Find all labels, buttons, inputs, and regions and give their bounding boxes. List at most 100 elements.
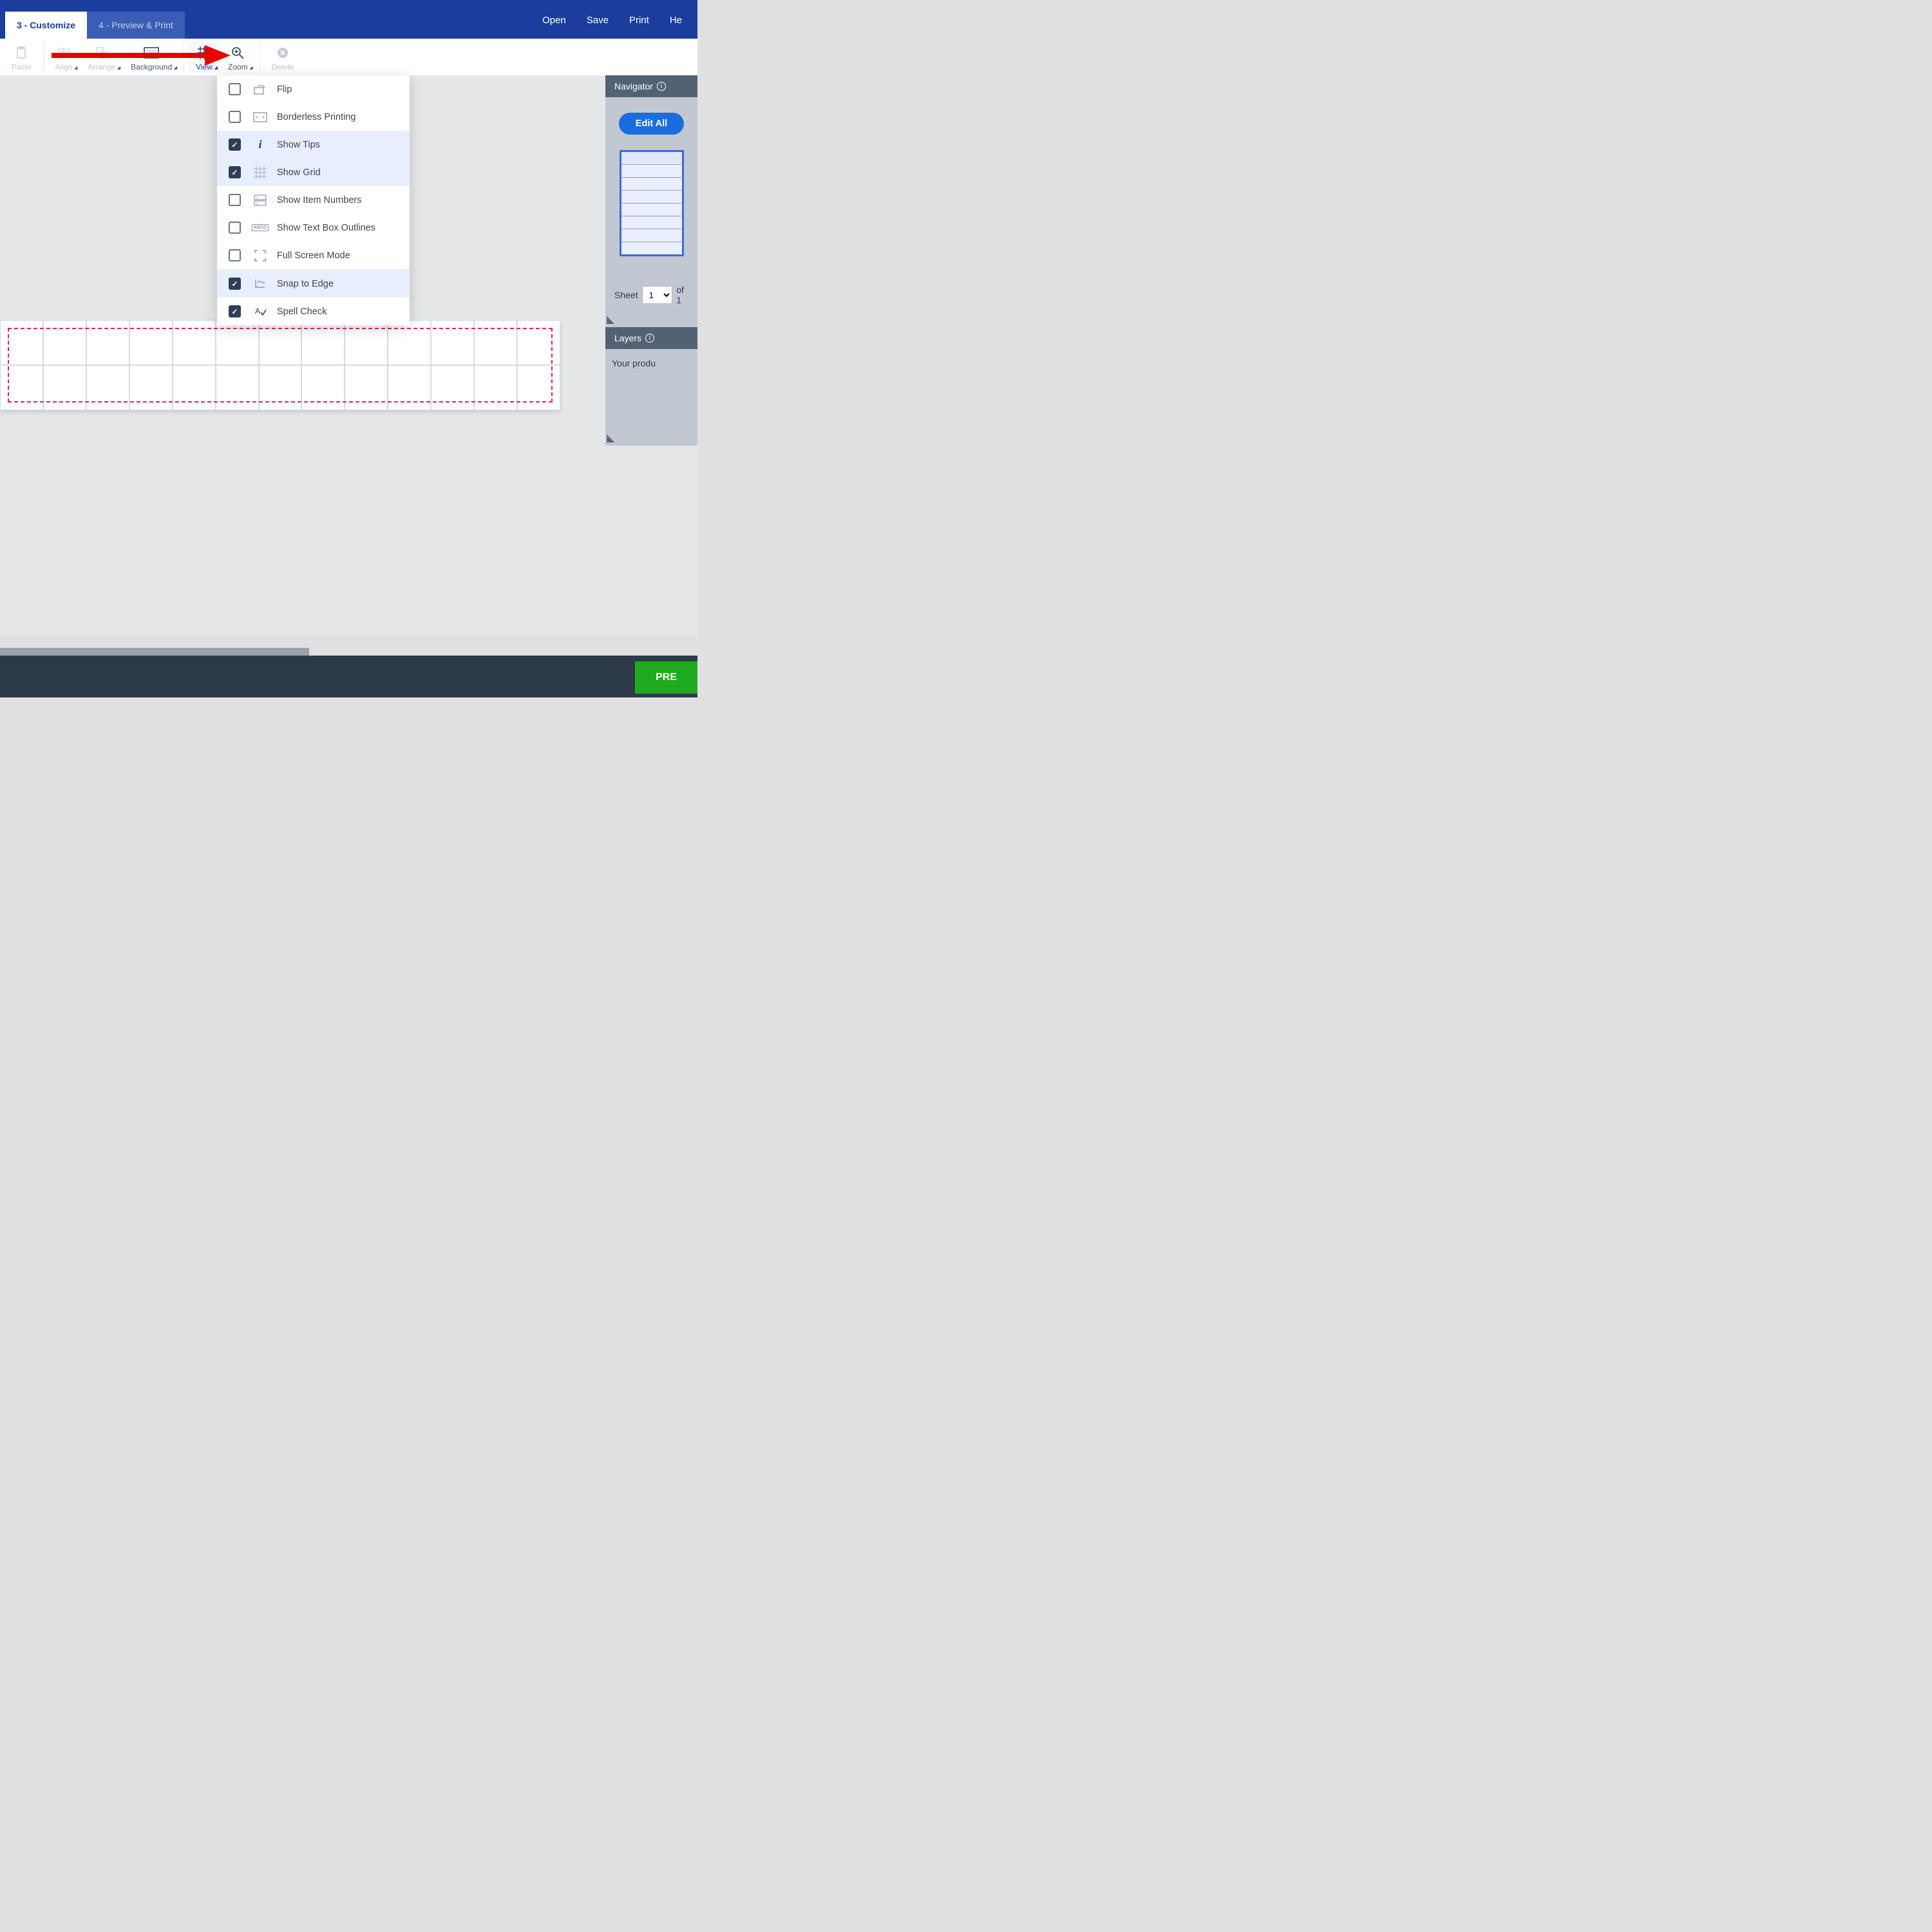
view-menu-borderless-printing[interactable]: Borderless Printing: [217, 103, 410, 131]
menu-label: Show Item Numbers: [277, 195, 361, 205]
fullscreen-icon: [252, 249, 268, 262]
delete-button[interactable]: Delete: [264, 42, 302, 73]
layers-message: Your produ: [612, 358, 656, 368]
label-cell[interactable]: [43, 320, 86, 365]
menu-label: Flip: [277, 84, 292, 95]
menu-label: Show Tips: [277, 140, 320, 150]
view-menu-snap-to-edge[interactable]: Snap to Edge: [217, 270, 410, 298]
label-cell[interactable]: [86, 365, 129, 410]
footer-bar: [0, 656, 697, 697]
label-cell[interactable]: [345, 365, 388, 410]
label-cell[interactable]: [517, 365, 560, 410]
menu-label: Spell Check: [277, 307, 327, 317]
tab-customize[interactable]: 3 - Customize: [5, 12, 87, 39]
resize-handle-icon[interactable]: ◣: [607, 431, 614, 444]
view-menu-spell-check[interactable]: A Spell Check: [217, 298, 410, 325]
label-cell[interactable]: [345, 320, 388, 365]
svg-text:2: 2: [256, 202, 258, 206]
edit-all-button[interactable]: Edit All: [619, 113, 684, 135]
menu-save[interactable]: Save: [587, 15, 609, 26]
label-cell[interactable]: [129, 365, 173, 410]
horizontal-scrollbar[interactable]: [0, 648, 309, 656]
info-icon[interactable]: i: [645, 334, 654, 343]
view-menu-show-text-box-outlines[interactable]: ABCDShow Text Box Outlines: [217, 214, 410, 242]
navigator-header[interactable]: Navigatori: [605, 75, 697, 97]
arrange-icon: [95, 46, 108, 60]
info-icon[interactable]: i: [657, 82, 666, 91]
label-cell[interactable]: [517, 320, 560, 365]
layers-header[interactable]: Layersi: [605, 327, 697, 349]
checkbox[interactable]: [229, 305, 241, 317]
svg-text:1: 1: [256, 196, 258, 200]
label-cell[interactable]: [474, 320, 517, 365]
checkbox[interactable]: [229, 194, 241, 206]
toolbar: Paste Align◢ Arrange◢ Background◢ View◢ …: [0, 39, 697, 75]
checkbox[interactable]: [229, 138, 241, 151]
label-cell[interactable]: [173, 365, 216, 410]
checkbox[interactable]: [229, 249, 241, 261]
arrange-button[interactable]: Arrange◢: [80, 42, 123, 73]
view-menu-flip[interactable]: Flip: [217, 75, 410, 103]
align-icon: [57, 46, 71, 60]
label-cell[interactable]: [259, 365, 302, 410]
menu-label: Borderless Printing: [277, 112, 356, 122]
checkbox[interactable]: [229, 278, 241, 290]
label-cell[interactable]: [0, 365, 43, 410]
menu-print[interactable]: Print: [629, 15, 649, 26]
zoom-button[interactable]: Zoom◢: [220, 42, 256, 73]
view-menu-full-screen-mode[interactable]: Full Screen Mode: [217, 242, 410, 269]
menu-label: Full Screen Mode: [277, 251, 350, 261]
align-button[interactable]: Align◢: [48, 42, 80, 73]
sheet-selector: Sheet 1 of 1: [614, 282, 688, 318]
label-cell[interactable]: [388, 365, 431, 410]
label-cell[interactable]: [388, 320, 431, 365]
delete-icon: [277, 46, 289, 60]
label-cell[interactable]: [173, 320, 216, 365]
label-cell[interactable]: [86, 320, 129, 365]
zoom-in-icon: [231, 46, 244, 60]
flip-icon: [252, 83, 268, 96]
preview-print-button[interactable]: PRE: [635, 661, 697, 694]
menu-help[interactable]: He: [670, 15, 682, 26]
top-menu: Open Save Print He: [542, 15, 690, 39]
paste-button[interactable]: Paste: [4, 42, 39, 73]
label-cell[interactable]: [431, 365, 474, 410]
label-cell[interactable]: [474, 365, 517, 410]
label-cell[interactable]: [259, 320, 302, 365]
label-cell[interactable]: [301, 365, 345, 410]
label-cell[interactable]: [216, 320, 259, 365]
sheet-thumbnail[interactable]: [620, 150, 684, 256]
label-sheet[interactable]: [0, 320, 560, 410]
layers-body: Your produ ◣: [605, 349, 697, 446]
abcd-icon: ABCD: [252, 222, 268, 234]
checkbox[interactable]: [229, 222, 241, 234]
step-tabs: 3 - Customize 4 - Preview & Print: [5, 12, 185, 39]
sidebar-right: Navigatori Edit All Sheet 1 of 1 ◣ Layer…: [605, 75, 697, 636]
resize-handle-icon[interactable]: ◣: [607, 313, 614, 326]
background-button[interactable]: Background◢: [123, 42, 180, 73]
view-menu-show-grid[interactable]: Show Grid: [217, 158, 410, 186]
view-button[interactable]: View◢: [188, 42, 220, 73]
label-cell[interactable]: [216, 365, 259, 410]
view-menu-show-item-numbers[interactable]: 1 2 Show Item Numbers: [217, 186, 410, 214]
navigator-body: Edit All Sheet 1 of 1 ◣: [605, 97, 697, 327]
label-cell[interactable]: [0, 320, 43, 365]
borderless-icon: [252, 111, 268, 124]
clipboard-icon: [15, 46, 27, 60]
label-cell[interactable]: [129, 320, 173, 365]
view-menu-show-tips[interactable]: i Show Tips: [217, 131, 410, 158]
checkbox[interactable]: [229, 166, 241, 178]
checkbox[interactable]: [229, 111, 241, 123]
label-cell[interactable]: [301, 320, 345, 365]
info-icon: i: [252, 138, 268, 151]
snap-icon: [252, 278, 268, 290]
spell-icon: A: [252, 305, 268, 318]
label-cell[interactable]: [431, 320, 474, 365]
tab-preview-print[interactable]: 4 - Preview & Print: [87, 12, 185, 39]
menu-open[interactable]: Open: [542, 15, 566, 26]
label-cell[interactable]: [43, 365, 86, 410]
menu-label: Show Grid: [277, 167, 321, 178]
grid-icon: [252, 166, 268, 179]
checkbox[interactable]: [229, 83, 241, 95]
sheet-dropdown[interactable]: 1: [642, 286, 673, 304]
